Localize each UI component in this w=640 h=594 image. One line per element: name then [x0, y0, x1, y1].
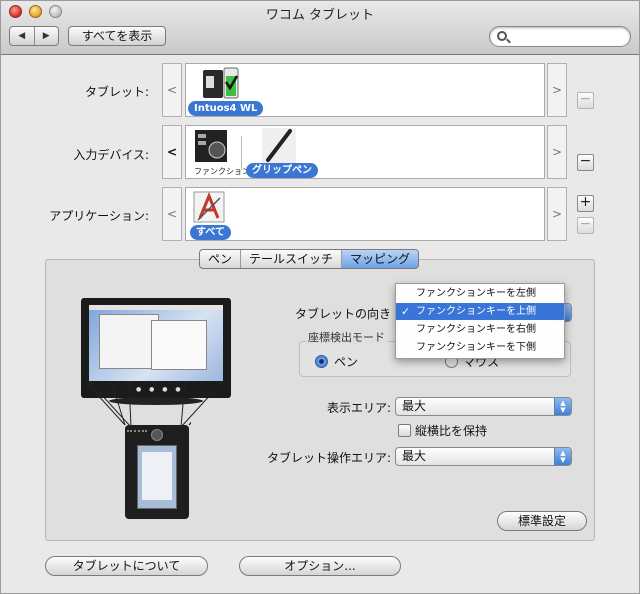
show-all-button[interactable]: すべてを表示 — [68, 26, 166, 46]
window-thumbnail — [99, 314, 159, 369]
orientation-menu: ファンクションキーを左側 ✓ ファンクションキーを上側 ファンクションキーを右側 … — [395, 283, 565, 359]
tab-tail-switch[interactable]: テールスイッチ — [241, 250, 343, 268]
application-add-button[interactable]: + — [577, 195, 594, 212]
option-label: ファンクションキーを上側 — [416, 306, 536, 317]
pen-mode-radio[interactable] — [315, 355, 328, 368]
application-next-arrow[interactable]: > — [547, 187, 567, 241]
orientation-option-top[interactable]: ✓ ファンクションキーを上側 — [396, 303, 564, 320]
tablet-area-popup[interactable]: 最大 ▲ ▼ — [395, 447, 572, 466]
search-icon — [497, 31, 507, 41]
tab-pen[interactable]: ペン — [200, 250, 242, 268]
orientation-option-bottom[interactable]: ファンクションキーを下側 — [396, 339, 564, 356]
about-tablet-button[interactable]: タブレットについて — [45, 556, 208, 576]
window-title: ワコム タブレット — [265, 8, 375, 23]
search-field[interactable] — [489, 26, 631, 47]
settings-tabs: ペン テールスイッチ マッピング — [199, 249, 420, 269]
default-settings-button[interactable]: 標準設定 — [497, 511, 587, 531]
popup-arrows-icon: ▲▼ — [554, 398, 571, 415]
tablet-remove-button[interactable]: − — [577, 92, 594, 109]
back-button[interactable]: ◀ — [10, 27, 35, 45]
options-button[interactable]: オプション... — [239, 556, 401, 576]
option-label: ファンクションキーを下側 — [416, 342, 536, 353]
tab-mapping[interactable]: マッピング — [342, 250, 419, 268]
all-applications-icon[interactable] — [192, 190, 226, 224]
tablet-row-label: タブレット: — [84, 85, 149, 99]
application-row-label: アプリケーション: — [49, 209, 149, 223]
application-prev-arrow[interactable]: < — [162, 187, 182, 241]
coordinate-mode-title: 座標検出モード — [306, 329, 387, 345]
input-device-remove-button[interactable]: − — [577, 154, 594, 171]
divider — [241, 136, 242, 170]
input-device-next-arrow[interactable]: > — [547, 125, 567, 179]
orientation-option-right[interactable]: ファンクションキーを右側 — [396, 321, 564, 338]
grip-pen-icon[interactable] — [262, 128, 296, 164]
search-input[interactable] — [512, 29, 624, 44]
display-area-popup[interactable]: 最大 ▲ ▼ — [395, 397, 572, 416]
tablet-area-value: 最大 — [402, 449, 427, 463]
keep-aspect-label: 縦横比を保持 — [415, 424, 488, 438]
pen-mode-label: ペン — [334, 355, 359, 369]
tablet-strip: Intuos4 WL — [185, 63, 545, 117]
tablet-active-area — [137, 445, 177, 509]
tablet-next-arrow[interactable]: > — [547, 63, 567, 117]
tablet-prev-arrow[interactable]: < — [162, 63, 182, 117]
input-device-row-label: 入力デバイス: — [73, 148, 149, 162]
option-label: ファンクションキーを左側 — [416, 288, 536, 299]
preferences-window: ワコム タブレット ◀ ▶ すべてを表示 タブレット: < Intuos4 WL… — [0, 0, 640, 594]
display-area-label: 表示エリア: — [326, 401, 391, 415]
tablet-area-label: タブレット操作エリア: — [266, 451, 391, 465]
forward-button[interactable]: ▶ — [35, 27, 59, 45]
display-area-value: 最大 — [402, 399, 427, 413]
popup-arrows-icon: ▲▼ — [554, 448, 571, 465]
orientation-option-left[interactable]: ファンクションキーを左側 — [396, 285, 564, 302]
input-device-strip: ファンクション グリップペン — [185, 125, 545, 179]
all-applications-label[interactable]: すべて — [190, 225, 231, 240]
application-remove-button[interactable]: − — [577, 217, 594, 234]
tablet-battery-icon[interactable] — [202, 66, 240, 100]
application-strip: すべて — [185, 187, 545, 241]
mapping-projection-icon — [88, 381, 224, 428]
nav-back-forward: ◀ ▶ — [9, 26, 59, 46]
tablet-item-label[interactable]: Intuos4 WL — [188, 101, 264, 116]
function-keys-icon[interactable] — [194, 129, 228, 163]
window-thumbnail — [151, 320, 207, 370]
title-bar: ワコム タブレット ◀ ▶ すべてを表示 — [1, 1, 639, 55]
option-label: ファンクションキーを右側 — [416, 324, 536, 335]
orientation-label: タブレットの向き — [294, 307, 391, 321]
menu-bar — [89, 305, 223, 310]
checkmark-icon: ✓ — [401, 305, 411, 318]
grip-pen-item-label[interactable]: グリップペン — [246, 163, 318, 178]
keep-aspect-checkbox[interactable] — [398, 424, 411, 437]
input-device-prev-arrow[interactable]: < — [162, 125, 182, 179]
